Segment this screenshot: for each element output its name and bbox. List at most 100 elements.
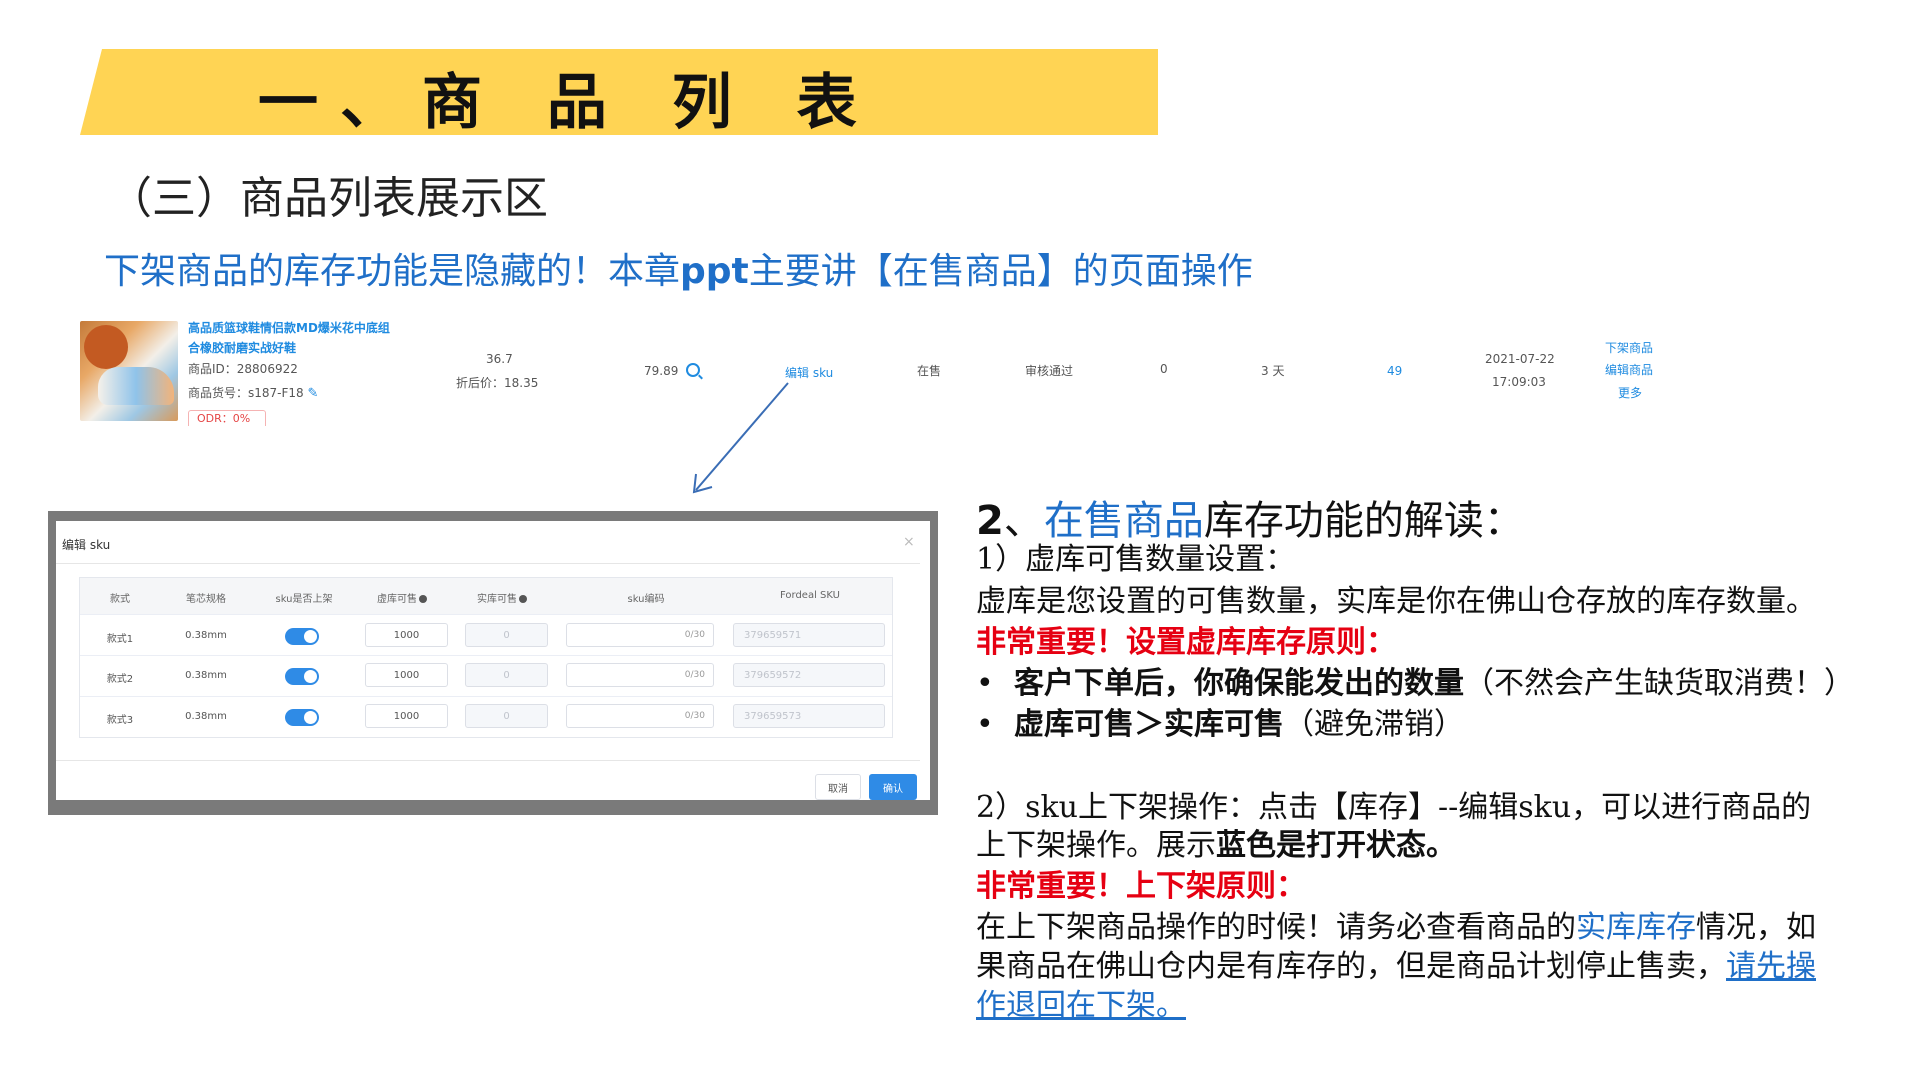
th-fordeal-sku: Fordeal SKU <box>780 590 840 601</box>
row3-style: 款式3 <box>106 715 134 726</box>
search-icon[interactable] <box>686 362 700 381</box>
explain-p3: 非常重要！设置虚库库存原则： <box>976 625 1396 660</box>
product-image[interactable] <box>80 321 178 421</box>
row3-fordeal-sku: 379659573 <box>733 704 885 728</box>
row2-style: 款式2 <box>106 674 134 685</box>
time-value: 17:09:03 <box>1492 375 1546 389</box>
row-divider <box>80 696 892 697</box>
cancel-button[interactable]: 取消 <box>815 774 861 800</box>
shoe-graphic <box>98 367 174 405</box>
action-edit-link[interactable]: 编辑商品 <box>1605 361 1653 378</box>
row-divider <box>80 655 892 656</box>
explain-p2: 虚库是您设置的可售数量，实库是你在佛山仓存放的库存数量。 <box>976 584 1816 619</box>
explain-p8: 果商品在佛山仓内是有库存的，但是商品计划停止售卖，请先操 <box>976 947 1816 987</box>
row2-virtual-input[interactable]: 1000 <box>365 663 448 687</box>
th-real: 实库可售 <box>472 590 532 605</box>
p7-b: 情况，如 <box>1696 910 1816 945</box>
product-sku-value: s187-F18 <box>248 386 304 400</box>
row1-real-input: 0 <box>465 623 548 647</box>
product-title-line2: 合橡胶耐磨实战好鞋 <box>188 341 297 355</box>
blue-note: 下架商品的库存功能是隐藏的！本章ppt主要讲【在售商品】的页面操作 <box>104 242 1253 294</box>
product-sku: 商品货号：s187-F18 ✎ <box>188 384 320 401</box>
p7-a: 在上下架商品操作的时候！请务必查看商品的 <box>976 910 1576 945</box>
explain-p5: 上下架操作。展示蓝色是打开状态。 <box>976 826 1456 866</box>
action-more-link[interactable]: 更多 <box>1618 384 1642 401</box>
stock-link[interactable]: 49 <box>1387 364 1402 378</box>
bullet-1: 客户下单后，你确保能发出的数量（不然会产生缺货取消费！） <box>976 664 1854 704</box>
close-icon[interactable]: × <box>903 534 915 550</box>
row2-onshelf-toggle[interactable] <box>285 668 319 685</box>
bullet-1-bold: 客户下单后，你确保能发出的数量 <box>1014 666 1464 701</box>
page-title: 一、商 品 列 表 <box>258 68 879 138</box>
row3-spec: 0.38mm <box>185 711 227 722</box>
count-value: 0 <box>1160 362 1168 376</box>
date-value: 2021-07-22 <box>1485 352 1555 366</box>
row3-sku-code-input[interactable]: 0/30 <box>566 704 714 728</box>
row1-onshelf-toggle[interactable] <box>285 628 319 645</box>
bullet-2-rest: （避免滞销） <box>1284 707 1464 742</box>
modal-frame-bottom <box>48 800 938 815</box>
price: 36.7 <box>486 352 513 366</box>
row1-virtual-input[interactable]: 1000 <box>365 623 448 647</box>
days-value: 3 天 <box>1261 364 1285 378</box>
discount-price: 折后价：18.35 <box>456 376 539 390</box>
row2-sku-code-input[interactable]: 0/30 <box>566 663 714 687</box>
th-virtual: 虚库可售 <box>372 590 432 605</box>
section-subtitle: （三）商品列表展示区 <box>108 173 548 224</box>
review-status: 审核通过 <box>1025 364 1074 378</box>
row2-fordeal-sku: 379659572 <box>733 663 885 687</box>
note-post: 主要讲【在售商品】的页面操作 <box>748 251 1253 292</box>
product-title-link[interactable]: 高品质篮球鞋情侣款MD爆米花中底组 合橡胶耐磨实战好鞋 <box>188 318 408 358</box>
bullet-2-bold: 虚库可售＞实库可售 <box>1014 707 1284 742</box>
action-offshelf-link[interactable]: 下架商品 <box>1605 339 1653 356</box>
basketball-graphic <box>84 325 128 369</box>
pointer-arrow <box>692 382 789 494</box>
product-id-value: 28806922 <box>236 362 298 376</box>
modal-footer-divider <box>56 760 920 761</box>
heading-number: 2 <box>976 498 1004 544</box>
modal-divider <box>56 563 920 564</box>
explain-p6: 非常重要！上下架原则： <box>976 869 1306 904</box>
p5-a: 上下架操作。展示 <box>976 828 1216 863</box>
p8-a: 果商品在佛山仓内是有库存的，但是商品计划停止售卖， <box>976 949 1726 984</box>
p9-link[interactable]: 作退回在下架。 <box>976 988 1186 1023</box>
row3-real-input: 0 <box>465 704 548 728</box>
explain-p4: 2）sku上下架操作：点击【库存】--编辑sku，可以进行商品的 <box>976 790 1812 825</box>
th-style: 款式 <box>110 594 130 605</box>
row2-real-input: 0 <box>465 663 548 687</box>
info-icon[interactable] <box>419 595 427 603</box>
odr-badge: ODR：0% <box>188 410 266 426</box>
explain-heading: 2、在售商品库存功能的解读： <box>976 488 1524 546</box>
note-bold: ppt <box>680 251 749 292</box>
th-sku-code: sku编码 <box>627 594 665 605</box>
th-real-label: 实库可售 <box>477 594 517 605</box>
th-virtual-label: 虚库可售 <box>377 594 417 605</box>
heading-rest: 库存功能的解读： <box>1203 498 1524 544</box>
heading-separator: 、 <box>1003 498 1044 544</box>
confirm-button[interactable]: 确认 <box>869 774 917 800</box>
modal-title: 编辑 sku <box>62 538 111 552</box>
explain-p1: 1）虚库可售数量设置： <box>976 542 1296 577</box>
p5-b: 蓝色是打开状态。 <box>1216 828 1456 863</box>
explain-p9: 作退回在下架。 <box>976 986 1186 1026</box>
note-pre: 下架商品的库存功能是隐藏的！本章 <box>104 251 681 292</box>
product-title-line1: 高品质篮球鞋情侣款MD爆米花中底组 <box>188 321 390 335</box>
row1-sku-code-input[interactable]: 0/30 <box>566 623 714 647</box>
p8-link[interactable]: 请先操 <box>1726 949 1816 984</box>
product-id: 商品ID：28806922 <box>188 360 298 377</box>
row2-spec: 0.38mm <box>185 670 227 681</box>
edit-sku-link[interactable]: 编辑 sku <box>785 364 833 381</box>
row-divider <box>80 614 892 615</box>
sale-status: 在售 <box>917 364 942 378</box>
bullet-2: 虚库可售＞实库可售（避免滞销） <box>976 705 1464 745</box>
row3-virtual-input[interactable]: 1000 <box>365 704 448 728</box>
edit-pencil-icon[interactable]: ✎ <box>308 387 320 400</box>
row3-onshelf-toggle[interactable] <box>285 709 319 726</box>
row1-fordeal-sku: 379659571 <box>733 623 885 647</box>
info-icon[interactable] <box>519 595 527 603</box>
explain-p7: 在上下架商品操作的时候！请务必查看商品的实库库存情况，如 <box>976 908 1816 948</box>
th-onshelf: sku是否上架 <box>275 594 333 605</box>
price-2: 79.89 <box>644 364 679 378</box>
row1-style: 款式1 <box>106 634 134 645</box>
bullet-1-rest: （不然会产生缺货取消费！） <box>1464 666 1854 701</box>
